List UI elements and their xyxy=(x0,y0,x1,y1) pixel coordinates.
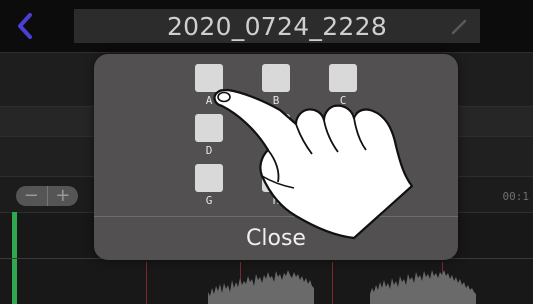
mark-button-square[interactable] xyxy=(329,64,357,92)
mark-button-square[interactable] xyxy=(262,164,290,192)
mark-label: D xyxy=(205,144,213,157)
mark-button-b[interactable]: B xyxy=(261,64,291,107)
screen: 2020_0724_2228 − + 00:1 A B C D G H Clos… xyxy=(0,0,533,304)
chevron-left-icon xyxy=(18,13,32,39)
zoom-in-button[interactable]: + xyxy=(46,186,79,206)
zoom-out-button[interactable]: − xyxy=(16,186,47,206)
zoom-control[interactable]: − + xyxy=(16,186,78,206)
mark-label: A xyxy=(205,94,213,107)
mark-button-square[interactable] xyxy=(195,114,223,142)
header: 2020_0724_2228 xyxy=(0,0,533,52)
pencil-icon[interactable] xyxy=(450,18,468,36)
back-button[interactable] xyxy=(12,10,38,42)
mark-button-h[interactable]: H xyxy=(261,164,291,207)
mark-button-square[interactable] xyxy=(262,64,290,92)
mark-button-square[interactable] xyxy=(195,64,223,92)
mark-button-d[interactable]: D xyxy=(194,114,224,157)
time-readout: 00:1 xyxy=(502,190,530,203)
mark-label: G xyxy=(205,194,213,207)
mark-label: C xyxy=(339,94,347,107)
mark-button-square[interactable] xyxy=(195,164,223,192)
close-button[interactable]: Close xyxy=(94,217,458,260)
waveform-segment xyxy=(370,270,476,304)
mark-label: H xyxy=(272,194,280,207)
mark-button-g[interactable]: G xyxy=(194,164,224,207)
title-field[interactable]: 2020_0724_2228 xyxy=(74,9,480,43)
mark-button-square[interactable] xyxy=(262,114,290,142)
mark-button-c[interactable]: C xyxy=(328,64,358,107)
waveform-segment xyxy=(208,270,314,304)
marker-line xyxy=(146,262,147,304)
marker-line xyxy=(332,262,333,304)
file-title: 2020_0724_2228 xyxy=(166,11,388,41)
mark-button-f[interactable] xyxy=(328,114,358,142)
mark-button-e[interactable] xyxy=(261,114,291,142)
mark-button-a[interactable]: A xyxy=(194,64,224,107)
mark-button-square[interactable] xyxy=(329,114,357,142)
mark-label: B xyxy=(272,94,280,107)
marks-dialog: A B C D G H Close xyxy=(94,54,458,260)
